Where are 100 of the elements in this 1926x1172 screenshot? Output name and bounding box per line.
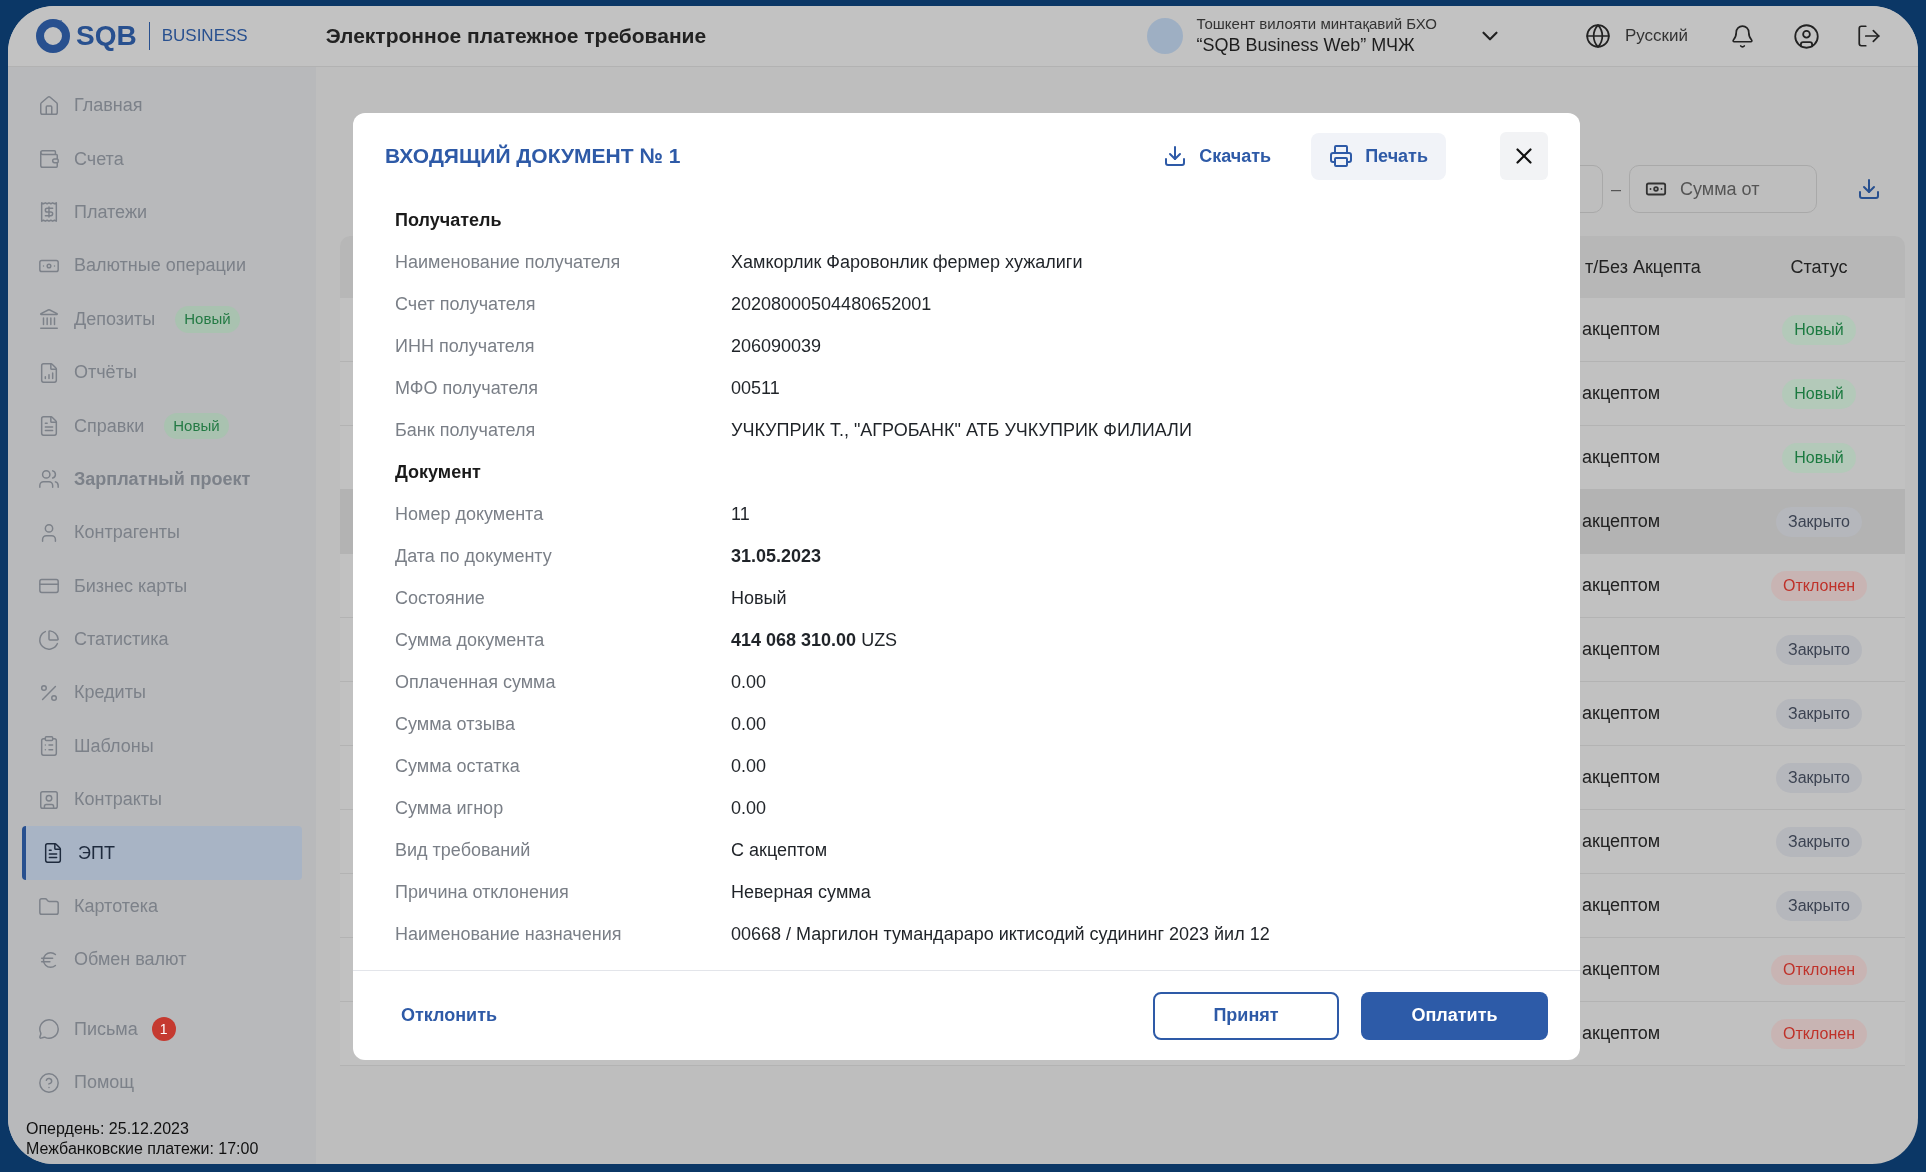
status-badge: Новый (1782, 378, 1856, 409)
language-selector[interactable]: Русский (1624, 23, 1688, 49)
download-icon[interactable] (1857, 177, 1881, 201)
amount-from-field[interactable]: Сумма от (1629, 165, 1817, 213)
logo-icon (36, 19, 70, 53)
field-value: Хамкорлик Фаровонлик фермер хужалиги (731, 250, 1083, 274)
field-value: 414 068 310.00 UZS (731, 628, 898, 652)
chat-icon (38, 1018, 60, 1041)
status-badge: Отклонен (1771, 954, 1867, 985)
contact-icon (38, 788, 60, 811)
field-value: 20208000504480652001 (731, 292, 932, 316)
dialog-title: ВХОДЯЩИЙ ДОКУМЕНТ № 1 (385, 143, 681, 170)
sidebar-item[interactable]: Бизнес карты (22, 559, 302, 613)
sidebar-item[interactable]: Помощ (22, 1056, 302, 1110)
clipboard-icon (38, 735, 60, 758)
table-cell-text: акцептом (1582, 830, 1662, 853)
pay-button[interactable]: Оплатить (1361, 991, 1548, 1040)
status-badge: Закрыто (1776, 634, 1862, 665)
section-heading: Получатель (395, 208, 502, 232)
product-name: BUSINESS (161, 25, 248, 48)
field-value: 0.00 (731, 754, 767, 778)
close-button[interactable] (1500, 132, 1548, 180)
printer-icon (1329, 144, 1354, 168)
operating-info: Межбанковские платежи: 17:00 (26, 1139, 260, 1160)
sidebar-item[interactable]: Главная (22, 79, 302, 133)
field-label: Сумма игнор (395, 796, 505, 820)
organization-branch: Тошкент вилояти минтақавий БХО (1196, 15, 1437, 35)
reject-link[interactable]: Отклонить (401, 1002, 498, 1029)
field-value: УЧКУПРИК Т., "АГРОБАНК" АТБ УЧКУПРИК ФИЛИАЛИ (731, 418, 1192, 442)
field-label: Сумма остатка (395, 754, 521, 778)
sidebar-item[interactable]: Письма 1 (22, 1002, 302, 1057)
new-badge: Новый (175, 306, 240, 333)
folder-icon (38, 895, 60, 918)
field-value: 0.00 (731, 712, 767, 736)
count-badge: 1 (151, 1017, 176, 1042)
download-icon (1163, 144, 1188, 168)
table-cell-text: акцептом (1582, 638, 1662, 661)
column-header: Статус (1789, 255, 1849, 279)
field-label: Банк получателя (395, 418, 537, 442)
table-cell-text: акцептом (1582, 510, 1662, 533)
table-cell-text: акцептом (1582, 382, 1662, 405)
sidebar-item[interactable]: Шаблоны (22, 719, 302, 774)
sidebar-item[interactable]: Отчёты (22, 345, 302, 400)
status-badge: Отклонен (1771, 570, 1867, 601)
range-separator: – (1611, 177, 1621, 201)
table-cell-text: акцептом (1582, 894, 1662, 917)
status-badge: Закрыто (1776, 890, 1862, 921)
sidebar-item[interactable]: Депозиты Новый (22, 292, 302, 346)
field-value: 11 (731, 502, 750, 526)
percent-icon (38, 682, 60, 704)
sidebar-item[interactable]: Картотека (22, 879, 302, 934)
page-title: Электронное платежное требование (325, 23, 707, 50)
print-button[interactable]: Печать (1311, 132, 1446, 180)
field-value: Неверная сумма (731, 880, 871, 904)
field-label: Состояние (395, 586, 486, 610)
status-badge: Отклонен (1771, 1018, 1867, 1049)
field-label: Сумма документа (395, 628, 546, 652)
field-value: 31.05.2023 (731, 544, 822, 568)
sidebar-item[interactable]: Контракты (22, 773, 302, 827)
field-label: Причина отклонения (395, 880, 570, 904)
sidebar-item[interactable]: Контрагенты (22, 506, 302, 560)
field-label: ИНН получателя (395, 334, 536, 358)
sidebar-item[interactable]: ЭПТ (22, 826, 302, 880)
field-label: Оплаченная сумма (395, 670, 557, 694)
table-cell-text: акцептом (1582, 702, 1662, 725)
new-badge: Новый (164, 412, 229, 440)
status-badge: Закрыто (1776, 762, 1862, 793)
sidebar-item[interactable]: Кредиты (22, 666, 302, 720)
wallet-icon (38, 148, 60, 171)
field-label: Номер документа (395, 502, 545, 526)
field-value: 206090039 (731, 334, 822, 358)
home-icon (38, 94, 60, 117)
globe-icon[interactable] (1584, 23, 1611, 49)
field-value: 00511 (731, 376, 780, 400)
profile-icon[interactable] (1793, 22, 1820, 50)
sidebar-item[interactable]: Обмен валют (22, 933, 302, 987)
sidebar-item[interactable]: Статистика (22, 612, 302, 667)
status-badge: Новый (1782, 442, 1856, 473)
table-cell-text: акцептом (1582, 446, 1662, 469)
download-button[interactable]: Скачать (1155, 132, 1280, 180)
notifications-icon[interactable] (1730, 23, 1755, 49)
organization-name: “SQB Business Web” МЧЖ (1196, 34, 1416, 57)
sidebar-item[interactable]: Зарплатный проект (22, 452, 302, 507)
sidebar-item[interactable]: Справки Новый (22, 399, 302, 453)
document-icon (38, 415, 60, 438)
field-value: С акцептом (731, 838, 828, 862)
field-label: Наименование назначения (395, 922, 623, 946)
field-value: 0.00 (731, 670, 767, 694)
field-label: Сумма отзыва (395, 712, 516, 736)
table-cell-text: акцептом (1582, 318, 1662, 341)
sidebar-item[interactable]: Валютные операции (22, 239, 302, 293)
column-header: т/Без Акцепта (1584, 255, 1702, 279)
status-badge: Закрыто (1776, 698, 1862, 729)
status-badge: Новый (1782, 314, 1856, 345)
accept-button[interactable]: Принят (1153, 991, 1339, 1040)
field-value: 00668 / Маргилон тумандараро иктисодий судининг 2023 йил 12 (731, 922, 1270, 946)
sidebar-item[interactable]: Счета (22, 132, 302, 186)
sidebar-item[interactable]: Платежи (22, 185, 302, 240)
logout-icon[interactable] (1856, 23, 1882, 49)
field-label: Дата по документу (395, 544, 553, 568)
